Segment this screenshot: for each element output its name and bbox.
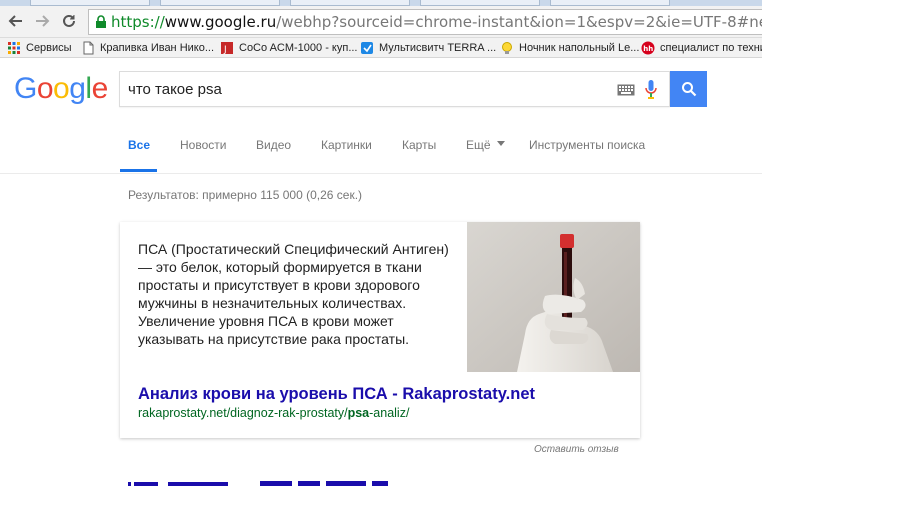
result-title-link[interactable]: Анализ крови на уровень ПСА - Rakaprosta… bbox=[138, 385, 535, 404]
cite-prefix: rakaprostaty.net/diagnoz-rak-prostaty/ bbox=[138, 406, 348, 420]
reload-icon bbox=[63, 14, 75, 27]
bookmark-label: CoCo ACM-1000 - куп... bbox=[239, 42, 358, 54]
bulb-icon bbox=[502, 42, 512, 54]
search-tabs: Все Новости Видео Картинки Карты Ещё Инс… bbox=[0, 118, 762, 174]
feedback-link[interactable]: Оставить отзыв bbox=[534, 444, 619, 455]
cite-suffix: -analiz/ bbox=[369, 406, 410, 420]
keyboard-icon[interactable] bbox=[617, 84, 635, 96]
microphone-icon[interactable] bbox=[645, 80, 657, 100]
apps-grid-icon bbox=[8, 42, 20, 54]
tab-more[interactable]: Ещё bbox=[466, 138, 505, 152]
bookmark-red-icon: J bbox=[221, 42, 233, 55]
url-text: https://www.google.ru/webhp?sourceid=chr… bbox=[111, 13, 762, 31]
bookmark-label: Мультисвитч TERRA ... bbox=[379, 42, 497, 54]
tab-all[interactable]: Все bbox=[128, 138, 150, 152]
forward-button[interactable] bbox=[31, 10, 53, 32]
bookmark-hh[interactable]: hh специалист по техни... bbox=[641, 40, 762, 56]
forward-arrow-icon bbox=[36, 15, 50, 27]
browser-toolbar: https://www.google.ru/webhp?sourceid=chr… bbox=[0, 6, 762, 38]
lock-icon bbox=[96, 15, 106, 28]
snippet-description: ПСА (Простатический Специфический Антиге… bbox=[138, 241, 449, 347]
url-host: www.google.ru bbox=[164, 13, 277, 31]
blood-tube-image[interactable] bbox=[467, 222, 640, 372]
tab-images[interactable]: Картинки bbox=[321, 138, 372, 152]
tab-video[interactable]: Видео bbox=[256, 138, 291, 152]
url-path: /webhp?sourceid=chrome-instant&ion=1&esp… bbox=[276, 13, 762, 31]
url-scheme: https:// bbox=[111, 13, 165, 31]
back-arrow-icon bbox=[8, 15, 22, 27]
tab-more-label: Ещё bbox=[466, 138, 491, 152]
cite-highlight: psa bbox=[347, 406, 370, 420]
bookmark-services[interactable]: Сервисы bbox=[7, 40, 72, 56]
bookmarks-bar: Сервисы Крапивка Иван Нико... J CoCo ACM… bbox=[0, 38, 762, 58]
svg-text:hh: hh bbox=[643, 45, 653, 53]
bookmark-label: Сервисы bbox=[26, 42, 72, 54]
tab-news[interactable]: Новости bbox=[180, 138, 226, 152]
tab-maps[interactable]: Карты bbox=[402, 138, 436, 152]
bookmark-nightlight[interactable]: Ночник напольный Le... bbox=[500, 40, 639, 56]
search-query: что такое psa bbox=[128, 81, 222, 98]
result-url: rakaprostaty.net/diagnoz-rak-prostaty/ps… bbox=[138, 406, 409, 420]
bookmark-label: Ночник напольный Le... bbox=[519, 42, 640, 54]
featured-snippet-card: ПСА (Простатический Специфический Антиге… bbox=[120, 222, 640, 438]
svg-text:J: J bbox=[223, 45, 227, 55]
search-input[interactable]: что такое psa bbox=[119, 71, 670, 107]
bookmark-label: специалист по техни... bbox=[660, 42, 762, 54]
bookmark-coco[interactable]: J CoCo ACM-1000 - куп... bbox=[220, 40, 358, 56]
page-icon bbox=[83, 41, 94, 55]
bookmark-label: Крапивка Иван Нико... bbox=[100, 42, 215, 54]
bookmark-blue-icon bbox=[361, 42, 373, 54]
browser-window: https://www.google.ru/webhp?sourceid=chr… bbox=[0, 0, 762, 506]
bookmark-multiswitch[interactable]: Мультисвитч TERRA ... bbox=[360, 40, 496, 56]
reload-button[interactable] bbox=[58, 10, 80, 32]
google-header: Google что такое psa bbox=[0, 58, 762, 118]
back-button[interactable] bbox=[5, 10, 27, 32]
google-logo[interactable]: Google bbox=[14, 72, 108, 106]
caret-down-icon bbox=[496, 141, 505, 146]
result-stats: Результатов: примерно 115 000 (0,26 сек.… bbox=[128, 188, 363, 202]
active-tab-indicator bbox=[120, 169, 157, 172]
bookmark-krapivka[interactable]: Крапивка Иван Нико... bbox=[81, 40, 214, 56]
search-button[interactable] bbox=[670, 71, 707, 107]
tab-search-tools[interactable]: Инструменты поиска bbox=[529, 138, 645, 152]
hh-icon: hh bbox=[641, 41, 655, 55]
search-icon bbox=[681, 82, 696, 97]
next-result-cutoff bbox=[128, 481, 388, 486]
address-bar[interactable]: https://www.google.ru/webhp?sourceid=chr… bbox=[88, 9, 762, 35]
